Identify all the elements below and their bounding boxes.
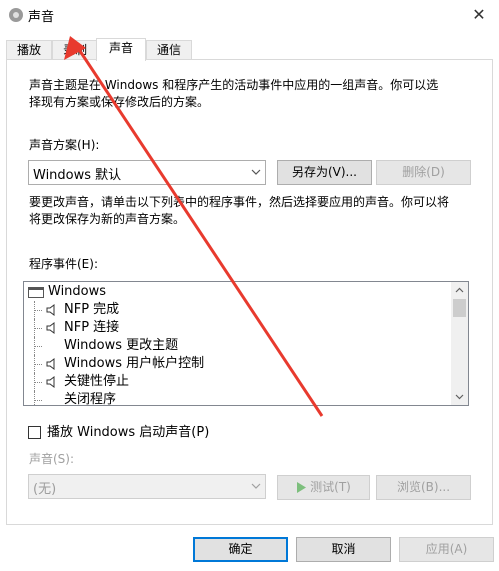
delete-button[interactable]: 删除(D) — [376, 160, 471, 185]
browse-button[interactable]: 浏览(B)... — [376, 475, 471, 500]
save-as-button[interactable]: 另存为(V)... — [277, 160, 372, 185]
close-button[interactable]: ✕ — [459, 0, 499, 30]
sound-scheme-value: Windows 默认 — [33, 168, 122, 183]
test-button[interactable]: 测试(T) — [277, 475, 370, 500]
ok-button[interactable]: 确定 — [193, 537, 288, 562]
tab-playback[interactable]: 播放 — [6, 40, 52, 60]
list-item-label: NFP 完成 — [64, 302, 120, 317]
list-item-label: Windows 用户帐户控制 — [64, 356, 205, 371]
tab-communications[interactable]: 通信 — [146, 40, 192, 60]
intro-text-line1: 声音主题是在 Windows 和程序产生的活动事件中应用的一组声音。你可以选 — [29, 78, 439, 92]
program-events-list[interactable]: Windows NFP 完成 NFP 连接 Windows 更改主题 Windo… — [23, 281, 469, 406]
list-item[interactable]: NFP 连接 — [24, 319, 444, 337]
list-item-label: NFP 连接 — [64, 320, 120, 335]
list-item[interactable]: Windows 更改主题 — [24, 337, 444, 355]
title-bar: 声音 ✕ — [0, 0, 499, 30]
list-item[interactable]: NFP 完成 — [24, 301, 444, 319]
list-item-label: 关键性停止 — [64, 374, 130, 389]
list-item[interactable]: Windows 用户帐户控制 — [24, 355, 444, 373]
apply-button[interactable]: 应用(A) — [399, 537, 494, 562]
scroll-thumb[interactable] — [453, 299, 466, 317]
tab-recording[interactable]: 录制 — [52, 40, 98, 60]
list-item-label: Windows — [48, 284, 107, 299]
change-text-line2: 将更改保存为新的声音方案。 — [29, 212, 186, 226]
scroll-down-icon[interactable] — [451, 388, 468, 405]
tab-sounds[interactable]: 声音 — [96, 38, 146, 61]
list-item[interactable]: 关键性停止 — [24, 373, 444, 391]
startup-sound-checkbox[interactable] — [28, 426, 41, 439]
program-events-label: 程序事件(E): — [29, 257, 98, 271]
sound-scheme-dropdown[interactable]: Windows 默认 — [28, 160, 266, 185]
chevron-down-icon — [247, 161, 265, 184]
list-item[interactable]: 关闭程序 — [24, 391, 444, 406]
speaker-icon — [46, 322, 55, 334]
list-item-label: Windows 更改主题 — [64, 338, 179, 353]
window-icon — [28, 287, 44, 298]
change-text-line1: 要更改声音，请单击以下列表中的程序事件，然后选择要应用的声音。你可以将 — [29, 195, 450, 209]
speaker-icon — [46, 376, 55, 388]
events-scrollbar[interactable] — [451, 282, 468, 405]
list-item-label: 关闭程序 — [64, 392, 117, 406]
test-button-label: 测试(T) — [310, 480, 351, 494]
speaker-app-icon — [9, 8, 23, 22]
sound-label: 声音(S): — [29, 452, 75, 466]
intro-text-line2: 择现有方案或保存修改后的方案。 — [29, 95, 210, 109]
startup-sound-label[interactable]: 播放 Windows 启动声音(P) — [47, 424, 209, 441]
scroll-up-icon[interactable] — [451, 282, 468, 299]
speaker-icon — [46, 358, 55, 370]
chevron-down-icon — [247, 475, 265, 498]
play-icon — [297, 482, 307, 493]
sound-dropdown[interactable]: (无) — [28, 474, 266, 499]
window-title: 声音 — [28, 10, 55, 25]
sound-scheme-label: 声音方案(H): — [29, 138, 100, 152]
cancel-button[interactable]: 取消 — [296, 537, 391, 562]
sound-value: (无) — [33, 482, 57, 497]
speaker-icon — [46, 304, 55, 316]
